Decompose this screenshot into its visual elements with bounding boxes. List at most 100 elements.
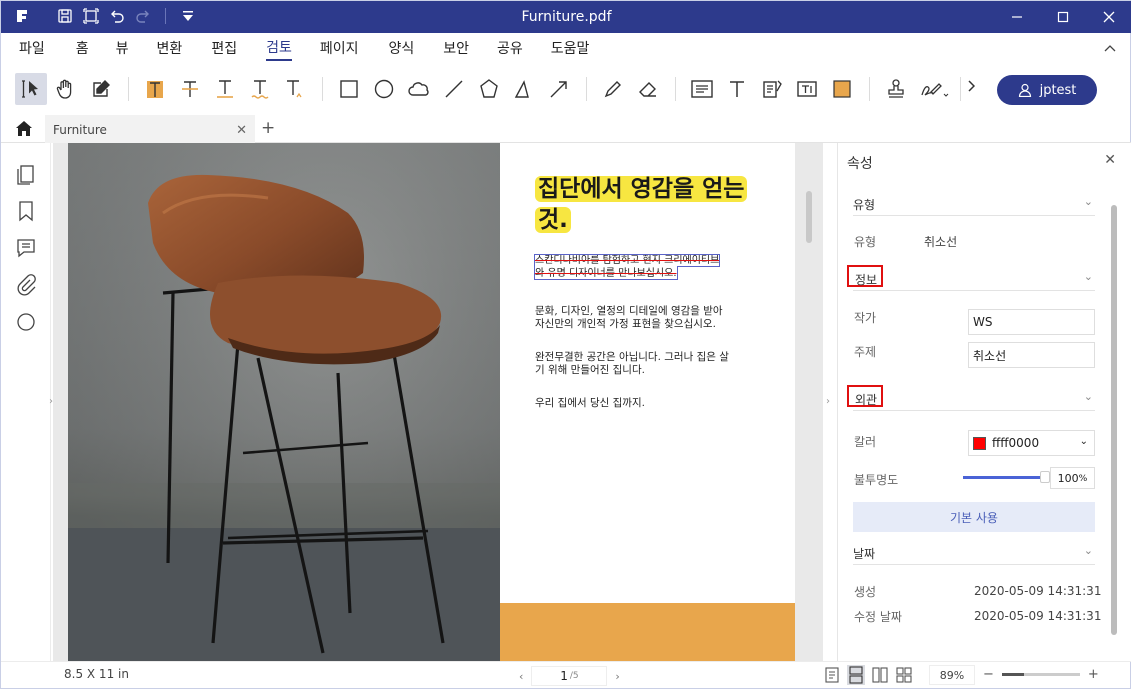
zoom-slider[interactable] <box>1001 673 1080 676</box>
thumbnails-icon[interactable] <box>15 163 37 185</box>
document-tab-strip: Furniture ✕ + <box>1 115 1131 143</box>
arrow-icon[interactable] <box>543 73 575 105</box>
menu-help[interactable]: 도움말 <box>551 36 590 60</box>
close-tab-icon[interactable]: ✕ <box>236 123 247 138</box>
oval-icon[interactable] <box>368 73 400 105</box>
current-page: 1 <box>560 669 568 683</box>
orange-band <box>500 603 795 661</box>
next-page-icon[interactable]: › <box>615 670 619 683</box>
bookmark-icon[interactable] <box>15 200 37 222</box>
two-page-view-icon[interactable] <box>871 665 889 685</box>
edit-annotation-icon[interactable] <box>85 73 117 105</box>
headline[interactable]: 집단에서 영감을 얻는것. <box>535 174 748 236</box>
opacity-input[interactable]: 100% <box>1050 467 1095 489</box>
section-info[interactable]: 정보 ⌄ <box>847 265 1095 291</box>
subject-label: 주제 <box>854 345 877 359</box>
color-value: ffff0000 <box>992 436 1040 450</box>
squiggly-underline-icon[interactable] <box>244 73 276 105</box>
menu-file[interactable]: 파일 <box>19 36 45 60</box>
minimize-button[interactable] <box>994 1 1040 33</box>
highlight-text-icon[interactable] <box>139 73 171 105</box>
comment-icon[interactable] <box>15 237 37 259</box>
callout-icon[interactable] <box>756 73 788 105</box>
rectangle-icon[interactable] <box>333 73 365 105</box>
menu-page[interactable]: 페이지 <box>320 36 359 60</box>
zoom-out-icon[interactable]: − <box>983 667 994 682</box>
cloud-icon[interactable] <box>403 73 435 105</box>
strikethrough-icon[interactable] <box>174 73 206 105</box>
user-account-button[interactable]: jptest <box>997 75 1097 105</box>
collapse-panel-icon[interactable]: › <box>826 396 830 407</box>
subject-input[interactable]: 취소선 <box>968 342 1095 368</box>
modified-value: 2020-05-09 14:31:31 <box>974 609 1102 623</box>
search-icon[interactable] <box>15 311 37 333</box>
opacity-slider-handle[interactable] <box>1040 471 1050 483</box>
menu-bar: 파일 홈 뷰 변환 편집 검토 페이지 양식 보안 공유 도움말 <box>1 33 1131 63</box>
user-name: jptest <box>1039 82 1077 98</box>
document-viewer[interactable]: 집단에서 영감을 얻는것. 스칸디나비아를 탐험하고 현지 크리에이티브와 유명… <box>53 143 823 661</box>
select-tool-icon[interactable] <box>15 73 47 105</box>
panel-close-icon[interactable]: ✕ <box>1104 152 1116 168</box>
signature-icon[interactable] <box>915 73 953 105</box>
color-label: 칼러 <box>854 435 877 449</box>
created-label: 생성 <box>854 585 877 599</box>
panel-scrollbar[interactable] <box>1111 205 1117 635</box>
chevron-down-icon: ⌄ <box>1083 390 1093 403</box>
note-icon[interactable] <box>686 73 718 105</box>
menu-form[interactable]: 양식 <box>388 36 414 60</box>
stamp-icon[interactable] <box>880 73 912 105</box>
chair-photo <box>68 143 500 661</box>
polyline-icon[interactable] <box>508 73 540 105</box>
line-icon[interactable] <box>438 73 470 105</box>
hand-tool-icon[interactable] <box>50 73 82 105</box>
panel-title: 속성 <box>847 156 873 172</box>
author-input[interactable]: WS <box>968 309 1095 335</box>
eraser-icon[interactable] <box>632 73 664 105</box>
color-select[interactable]: ffff0000 ⌄ <box>968 430 1095 456</box>
menu-share[interactable]: 공유 <box>497 36 523 60</box>
toolbar-more-icon[interactable] <box>967 80 976 96</box>
close-button[interactable] <box>1086 1 1131 33</box>
maximize-button[interactable] <box>1040 1 1086 33</box>
zoom-in-icon[interactable]: + <box>1088 667 1099 682</box>
page-input[interactable]: 1 /5 <box>531 666 608 686</box>
use-default-button[interactable]: 기본 사용 <box>853 502 1095 532</box>
single-page-view-icon[interactable] <box>823 665 841 685</box>
underline-icon[interactable] <box>209 73 241 105</box>
typewriter-icon[interactable] <box>721 73 753 105</box>
menu-home[interactable]: 홈 <box>76 36 89 60</box>
user-icon <box>1018 83 1031 97</box>
attachment-icon[interactable] <box>15 274 37 296</box>
zoom-level[interactable]: 89% <box>929 665 975 685</box>
document-scrollbar[interactable] <box>806 191 812 243</box>
total-pages: /5 <box>569 671 579 681</box>
grid-view-icon[interactable] <box>895 665 913 685</box>
home-icon[interactable] <box>15 120 33 141</box>
menu-review[interactable]: 검토 <box>266 35 292 61</box>
prev-page-icon[interactable]: ‹ <box>519 670 523 683</box>
pencil-icon[interactable] <box>597 73 629 105</box>
chevron-down-icon: ⌄ <box>1083 195 1093 208</box>
page-size: 8.5 X 11 in <box>64 667 129 681</box>
add-tab-button[interactable]: + <box>261 118 275 138</box>
status-bar: 8.5 X 11 in ‹ 1 /5 › 89% − + <box>1 661 1131 689</box>
continuous-view-icon[interactable] <box>847 665 865 685</box>
paragraph-3: 우리 집에서 당신 집까지. <box>535 397 645 409</box>
caret-insert-icon[interactable] <box>279 73 311 105</box>
area-highlight-icon[interactable] <box>826 73 858 105</box>
section-date[interactable]: 날짜 ⌄ <box>853 541 1095 565</box>
document-tab[interactable]: Furniture ✕ <box>45 115 255 143</box>
menu-convert[interactable]: 변환 <box>157 36 183 60</box>
polygon-icon[interactable] <box>473 73 505 105</box>
section-appearance[interactable]: 외관 ⌄ <box>847 385 1095 411</box>
section-type[interactable]: 유형 ⌄ <box>853 192 1095 216</box>
menu-view[interactable]: 뷰 <box>116 36 129 60</box>
opacity-slider[interactable] <box>963 471 1050 483</box>
toolbar: jptest <box>1 63 1131 115</box>
strikethrough-annotation[interactable]: 스칸디나비아를 탐험하고 현지 크리에이티브와 유명 디자이너를 만나보십시오. <box>533 254 725 280</box>
text-box-icon[interactable] <box>791 73 823 105</box>
collapse-ribbon-icon[interactable] <box>1104 41 1116 56</box>
menu-edit[interactable]: 편집 <box>211 36 237 60</box>
menu-security[interactable]: 보안 <box>443 36 469 60</box>
page-navigator: ‹ 1 /5 › <box>519 666 620 686</box>
